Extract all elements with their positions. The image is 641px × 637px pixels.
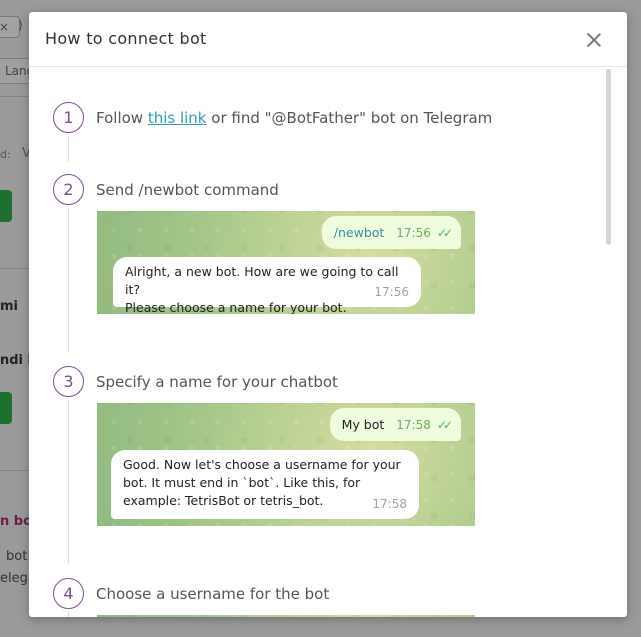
step-number-1: 1 (53, 102, 84, 133)
this-link[interactable]: this link (148, 109, 207, 127)
step-number-3: 3 (53, 366, 84, 397)
scrollbar-thumb[interactable] (606, 69, 611, 245)
step-connector (68, 208, 69, 352)
bg-chip-text: × (0, 20, 10, 34)
incoming-message-line: bot. It must end in `bot`. Like this, fo… (123, 475, 361, 490)
scrollbar[interactable] (606, 68, 611, 617)
step-number-2: 2 (53, 174, 84, 205)
outgoing-message: /newbot 17:56 ✓✓ (321, 216, 461, 249)
incoming-message-line: Alright, a new bot. How are we going to … (125, 264, 399, 297)
step-connector (68, 400, 69, 564)
incoming-message-line: Good. Now let's choose a username for yo… (123, 457, 401, 472)
bg-heading: mi (0, 299, 19, 314)
step-1-text: Follow this link or find "@BotFather" bo… (96, 109, 492, 127)
bg-divider (0, 268, 30, 269)
chat-example-newbot: /newbot 17:56 ✓✓ Alright, a new bot. How a… (97, 211, 475, 314)
incoming-message-time: 17:58 (372, 497, 407, 511)
modal-header: How to connect bot (29, 12, 627, 67)
incoming-message: Good. Now let's choose a username for yo… (111, 450, 419, 519)
step-3-text: Specify a name for your chatbot (96, 373, 338, 391)
bg-green-button (0, 392, 12, 424)
close-icon[interactable] (585, 31, 603, 49)
outgoing-message: My bot 17:58 ✓✓ (329, 408, 461, 441)
step-number-4: 4 (53, 578, 84, 609)
bg-divider (0, 470, 30, 471)
step-4-text: Choose a username for the bot (96, 585, 330, 603)
bg-heading: ndi l (0, 353, 32, 368)
modal-title: How to connect bot (45, 29, 207, 48)
double-check-icon: ✓✓ (436, 418, 453, 432)
chat-example-name: My bot 17:58 ✓✓ Good. Now let's choose a u… (97, 403, 475, 526)
bg-text: bot (6, 549, 28, 564)
bg-divider (0, 96, 30, 97)
connect-bot-modal: How to connect bot 1 Follow this link or… (29, 12, 627, 617)
incoming-message-time: 17:56 (374, 285, 409, 299)
step-1-text-after: or find "@BotFather" bot on Telegram (206, 109, 493, 127)
outgoing-message-text: /newbot (333, 225, 385, 240)
modal-body[interactable]: 1 Follow this link or find "@BotFather" … (29, 68, 627, 617)
incoming-message: Alright, a new bot. How are we going to … (113, 257, 421, 314)
double-check-icon: ✓✓ (436, 226, 453, 240)
outgoing-message-time: 17:56 (396, 226, 431, 240)
bg-paren: ) (18, 18, 23, 32)
step-connector (68, 136, 69, 162)
step-2-text: Send /newbot command (96, 181, 279, 199)
bg-tag-chip: × (0, 16, 20, 38)
chat-example-username (97, 615, 475, 617)
bg-field-label: d: (0, 148, 11, 161)
incoming-message-line: example: TetrisBot or tetris_bot. (123, 493, 324, 508)
incoming-message-line: Please choose a name for your bot. (125, 300, 347, 314)
outgoing-message-text: My bot (341, 417, 385, 432)
bg-green-button (0, 190, 12, 222)
step-1-text-before: Follow (96, 109, 148, 127)
step-connector (68, 612, 69, 617)
outgoing-message-time: 17:58 (396, 418, 431, 432)
